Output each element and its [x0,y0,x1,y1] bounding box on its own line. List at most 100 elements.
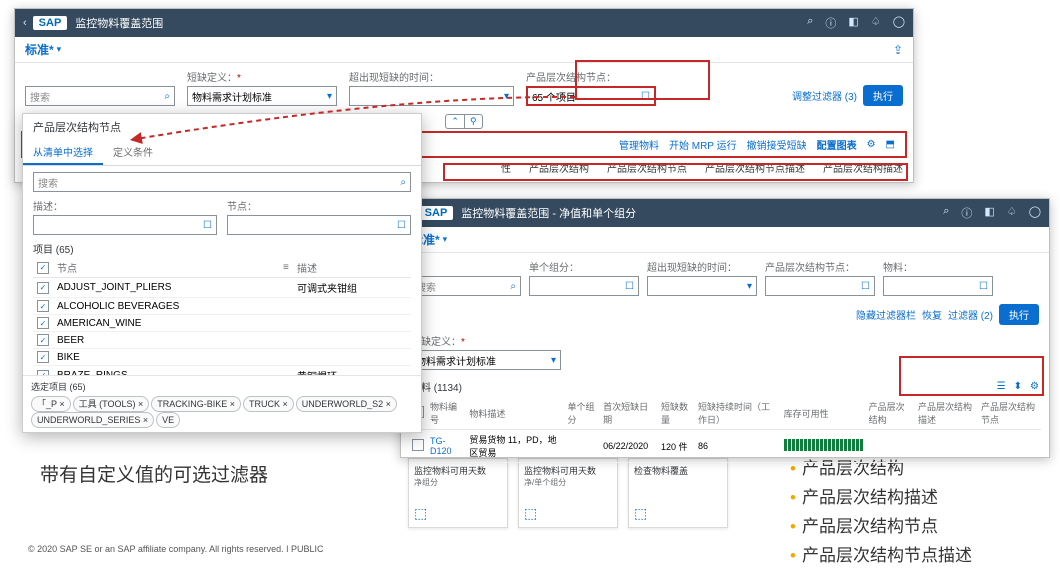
back-icon[interactable]: ‹ [23,17,27,29]
search-input-2[interactable]: 搜索⌕ [411,276,521,296]
bell-icon[interactable]: ♤ [1007,205,1017,221]
tile-chart-icon: ⬚ [634,505,722,522]
config-chart-link[interactable]: 配置图表 [817,137,857,152]
checkbox-all[interactable]: ✓ [37,262,49,274]
chevron-down-icon[interactable]: ▾ [443,234,448,245]
row-checkbox[interactable]: ✓ [37,317,49,329]
list-item[interactable]: ✓BEER [33,332,411,349]
tile-chart-icon: ⬚ [414,505,502,522]
popup-node-label: 节点： [227,198,411,213]
col-tab-4[interactable]: 产品层次结构描述 [823,160,903,175]
tab-define-conditions[interactable]: 定义条件 [103,140,163,165]
chevron-down-icon[interactable]: ▾ [57,44,62,55]
list-item[interactable]: ✓ADJUST_JOINT_PLIERS可调式夹钳组 [33,278,411,298]
col-matdesc: 物料描述 [466,397,564,430]
table-row[interactable]: TG-D120 贸易货物 11，PD，地区贸易 06/22/2020 120 件… [409,430,1041,463]
shell-header-1: ‹ SAP 监控物料覆盖范围 ⌕ ⓘ ◧ ♤ ◯ [15,9,913,37]
shell-title-1: 监控物料覆盖范围 [75,15,807,31]
shortage-def-2[interactable]: 物料需求计划标准▾ [411,350,561,370]
horizon-input[interactable]: ▾ [349,86,514,106]
filter-token[interactable]: UNDERWORLD_S2 × [296,396,397,412]
list-item[interactable]: ✓AMERICAN_WINE [33,315,411,332]
list-item[interactable]: ✓BIKE [33,349,411,366]
shell-icons: ⌕ ⓘ ◧ ♤ ◯ [807,15,905,31]
filter-token[interactable]: 工具 (TOOLS) × [73,396,150,412]
popup-footer: 选定项目 (65) 「_P ×工具 (TOOLS) ×TRACKING-BIKE… [23,375,421,433]
col-tab-1[interactable]: 产品层次结构 [529,160,589,175]
cell-firstdate: 06/22/2020 [600,430,658,463]
row-checkbox[interactable]: ✓ [37,282,49,294]
start-mrp-link[interactable]: 开始 MRP 运行 [669,137,737,152]
share-icon[interactable]: ⇪ [893,43,903,57]
filter-token[interactable]: VE [156,412,180,428]
chat-icon[interactable]: ◧ [848,15,858,31]
list-item[interactable]: ✓ALCOHOLIC BEVERAGES [33,298,411,315]
tile-chart-icon: ⬚ [524,505,612,522]
horizon-input-2[interactable]: ▾ [647,276,757,296]
adjust-filters-link[interactable]: 调整过滤器 (3) [792,88,857,103]
filter-token[interactable]: 「_P × [31,396,71,412]
filter-token[interactable]: TRACKING-BIKE × [151,396,241,412]
node-input-2[interactable]: ☐ [765,276,875,296]
row-checkbox[interactable] [412,439,424,451]
cell-matnum[interactable]: TG-D120 [427,430,466,463]
col-firstdate: 首次短缺日期 [600,397,658,430]
popup-search-input[interactable]: 搜索⌕ [33,172,411,192]
filters-link[interactable]: 过滤器 (2) [948,307,993,322]
col-ph: 产品层次结构 [866,397,915,430]
single-comp-input[interactable]: ☐ [529,276,639,296]
col-tab-3[interactable]: 产品层次结构节点描述 [705,160,805,175]
filter-token[interactable]: TRUCK × [243,396,294,412]
single-comp-label: 单个组分： [529,259,639,274]
filter-bar-1: 搜索⌕ 短缺定义：* 物料需求计划标准▾ 超出现短缺的时间： ▾ 产品层次结构节… [15,63,913,112]
row-checkbox[interactable]: ✓ [37,334,49,346]
expand-collapse-toggle[interactable]: ⌃⚲ [445,114,482,129]
bell-icon[interactable]: ♤ [871,15,881,31]
execute-button-2[interactable]: 执行 [999,304,1039,325]
filter-token[interactable]: UNDERWORLD_SERIES × [31,412,154,428]
chat-icon[interactable]: ◧ [984,205,994,221]
tile-3[interactable]: 检查物料覆盖⬚ [628,458,728,528]
execute-button-1[interactable]: 执行 [863,85,903,106]
undo-shortage-link[interactable]: 撤销接受短缺 [747,137,807,152]
material-input[interactable]: ☐ [883,276,993,296]
popup-node-input[interactable]: ☐ [227,215,411,235]
shortage-def-label: 短缺定义：* [187,69,337,84]
search-icon[interactable]: ⌕ [943,205,949,221]
help-icon[interactable]: ⓘ [825,15,836,31]
list-icon[interactable]: ☰ [997,381,1006,392]
gear-icon[interactable]: ⚙ [867,139,876,150]
row-checkbox[interactable]: ✓ [37,300,49,312]
sap-logo: SAP [33,16,68,30]
col-avail: 库存可用性 [781,397,866,430]
launchpad-tiles: 监控物料可用天数净组分⬚ 监控物料可用天数净/单个组分⬚ 检查物料覆盖⬚ [408,458,728,528]
help-icon[interactable]: ⓘ [961,205,972,221]
sort-icon[interactable]: ≡ [279,258,293,278]
chart-icon[interactable]: ⬍ [1014,381,1022,392]
node-input[interactable]: 65 个项目☐ [526,86,656,106]
manage-materials-link[interactable]: 管理物料 [619,137,659,152]
export-icon[interactable]: ⬒ [886,139,895,150]
cell-qty: 120 件 [658,430,695,463]
cell-matdesc: 贸易货物 11，PD，地区贸易 [466,430,564,463]
tab-select-from-list[interactable]: 从清单中选择 [23,140,103,165]
search-input-1[interactable]: 搜索⌕ [25,86,175,106]
search-icon: ⌕ [164,91,170,102]
hide-filterbar-link[interactable]: 隐藏过滤器栏 [856,307,916,322]
tile-2[interactable]: 监控物料可用天数净/单个组分⬚ [518,458,618,528]
user-icon[interactable]: ◯ [893,15,905,31]
col-tab-2[interactable]: 产品层次结构节点 [607,160,687,175]
search-icon[interactable]: ⌕ [807,15,813,31]
popup-desc-input[interactable]: ☐ [33,215,217,235]
tile-1[interactable]: 监控物料可用天数净组分⬚ [408,458,508,528]
user-icon[interactable]: ◯ [1029,205,1041,221]
variant-title-1[interactable]: 标准* [25,41,54,58]
col-desc: 描述 [293,258,411,278]
gear-icon[interactable]: ⚙ [1030,381,1039,392]
row-checkbox[interactable]: ✓ [37,351,49,363]
col-tab-0[interactable]: 性 [501,160,511,175]
popup-tabs: 从清单中选择 定义条件 [23,140,421,166]
chevron-down-icon: ▾ [327,91,332,102]
restore-link[interactable]: 恢复 [922,307,942,322]
shortage-def-select[interactable]: 物料需求计划标准▾ [187,86,337,106]
